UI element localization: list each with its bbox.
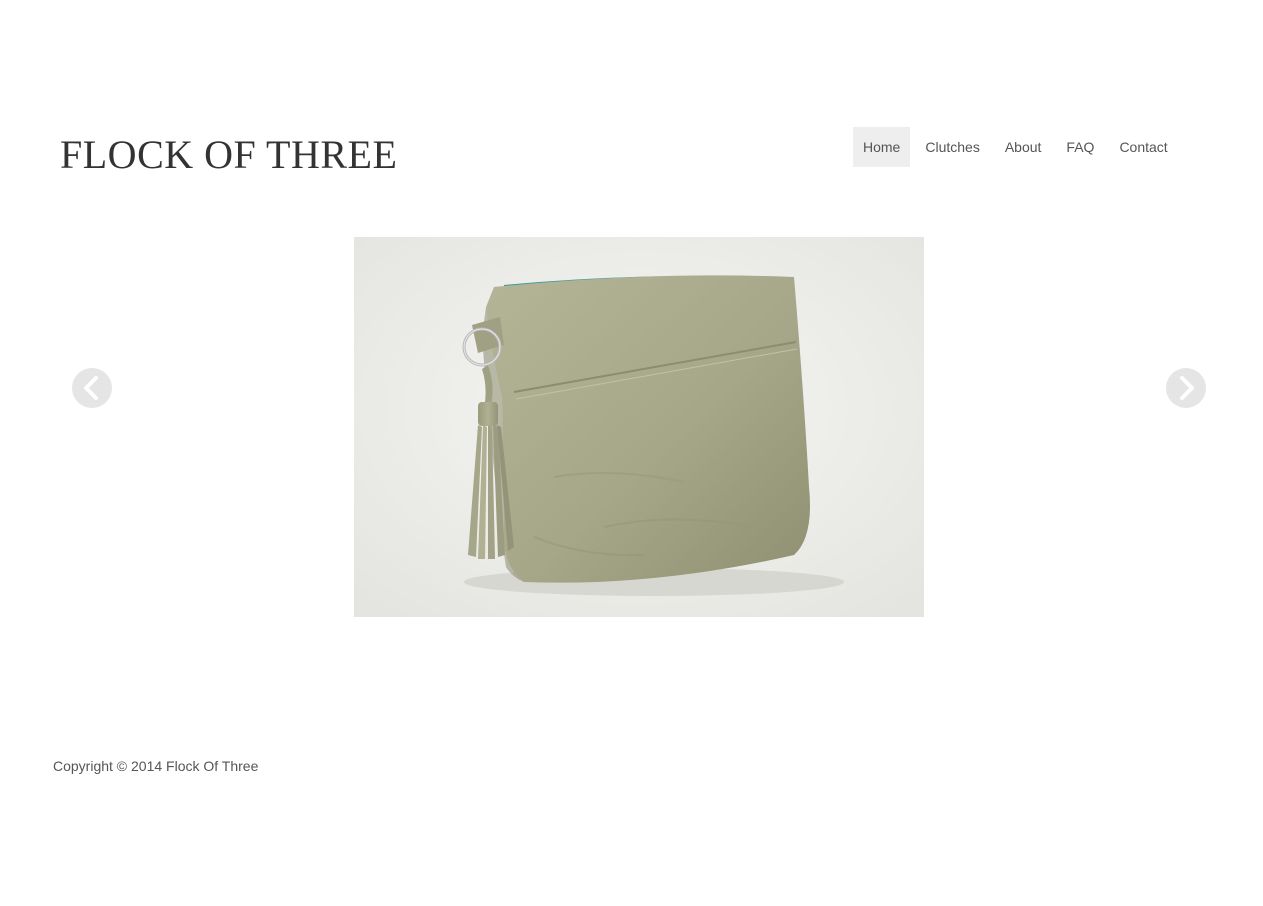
- nav-item-about[interactable]: About: [995, 127, 1052, 167]
- chevron-right-icon: [1180, 376, 1194, 400]
- nav-item-clutches[interactable]: Clutches: [915, 127, 989, 167]
- clutch-product-image: [354, 237, 924, 617]
- page: FLOCK OF THREE Home Clutches About FAQ C…: [0, 0, 1263, 906]
- footer-copyright: Copyright © 2014 Flock Of Three: [53, 758, 259, 774]
- slider-next-button[interactable]: [1166, 368, 1206, 408]
- nav-item-contact[interactable]: Contact: [1109, 127, 1177, 167]
- chevron-left-icon: [84, 376, 98, 400]
- nav-item-home[interactable]: Home: [853, 127, 911, 167]
- site-logo[interactable]: FLOCK OF THREE: [60, 133, 397, 177]
- slider-prev-button[interactable]: [72, 368, 112, 408]
- nav-item-faq[interactable]: FAQ: [1056, 127, 1104, 167]
- main-nav: Home Clutches About FAQ Contact: [853, 127, 1183, 167]
- product-slider: [354, 237, 924, 617]
